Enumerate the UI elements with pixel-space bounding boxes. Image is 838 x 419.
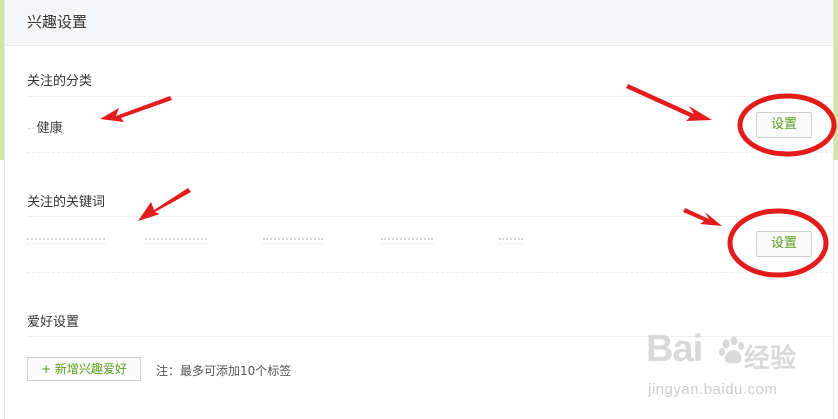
panel-title: 兴趣设置 (27, 13, 88, 31)
categories-section-title: 关注的分类 (27, 74, 93, 89)
watermark-url: jingyan.baidu.com (648, 381, 778, 398)
keyword-item (145, 238, 207, 244)
page-edge-right (834, 0, 838, 160)
keywords-divider (27, 216, 833, 217)
hobby-limit-hint: 注：最多可添加10个标签 (156, 364, 292, 378)
keywords-bottom-divider (27, 272, 833, 273)
keyword-item (499, 238, 523, 244)
keywords-set-button[interactable]: 设置 (756, 231, 812, 257)
category-item: - - 健康 (27, 117, 63, 136)
categories-divider (27, 96, 833, 97)
category-item-blurred-prefix: - - (27, 121, 37, 136)
hobbies-section-title: 爱好设置 (27, 315, 80, 330)
keyword-item (381, 238, 433, 244)
add-hobby-button[interactable]: + 新增兴趣爱好 (27, 357, 141, 381)
category-item-label: 健康 (36, 121, 63, 136)
watermark-brand: Bai (646, 328, 703, 370)
keywords-section-title: 关注的关键词 (27, 195, 106, 210)
keyword-item (27, 238, 105, 244)
categories-set-button[interactable]: 设置 (756, 112, 812, 138)
keyword-list-blurred (27, 236, 547, 248)
categories-bottom-divider (27, 152, 833, 153)
watermark-brand-cn: 经验 (744, 344, 797, 374)
keyword-item (263, 238, 323, 244)
panel-header: 兴趣设置 (5, 0, 833, 46)
baidu-jingyan-watermark: Bai 经验 jingyan.baidu.com (640, 326, 830, 406)
